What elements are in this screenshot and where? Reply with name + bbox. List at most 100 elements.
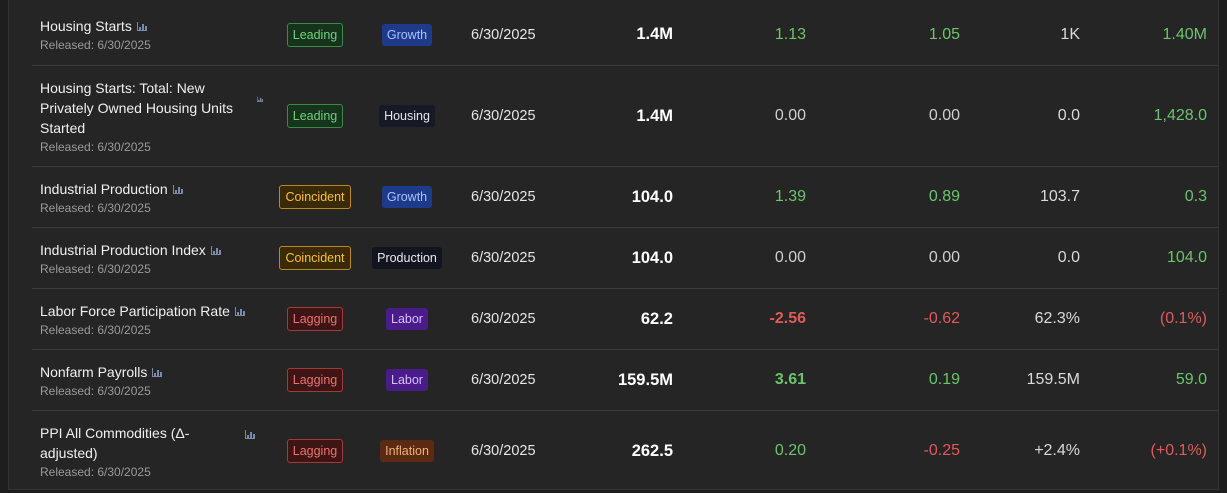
indicator-type-cell: Leading [270, 4, 360, 65]
bar-chart-icon[interactable] [234, 306, 245, 316]
previous-value: 0.0 [1057, 249, 1080, 266]
change-metric: 0.19 [928, 371, 960, 388]
release-date-label: Released: 6/30/2025 [40, 383, 151, 398]
indicator-name-cell: Industrial Production Index Released: 6/3… [40, 228, 270, 288]
indicator-title-line: PPI All Commodities (Δ-adjusted) [40, 423, 255, 463]
app-frame: Housing Starts Released: 6/30/2025 Leading… [0, 0, 1227, 493]
bar-chart-icon[interactable] [210, 245, 221, 255]
indicator-type-cell: Coincident [270, 167, 360, 227]
category-tag: Housing [379, 105, 435, 127]
current-value: 104.0 [631, 187, 673, 206]
current-value: 62.2 [640, 309, 673, 328]
indicator-type-badge: Leading [286, 104, 344, 128]
current-value: 104.0 [631, 248, 673, 267]
table-row[interactable]: PPI All Commodities (Δ-adjusted) Released… [32, 410, 1218, 491]
indicator-name-cell: Housing Starts: Total: New Privately Own… [40, 66, 270, 166]
current-value: 1.4M [636, 106, 673, 125]
previous-value: 159.5M [1026, 371, 1080, 388]
previous-value: 0.0 [1057, 107, 1080, 124]
indicators-table: Housing Starts Released: 6/30/2025 Leading… [32, 4, 1218, 491]
current-value: 159.5M [617, 370, 673, 389]
release-date-label: Released: 6/30/2025 [40, 200, 151, 215]
bar-chart-icon[interactable] [245, 429, 255, 439]
indicator-type-badge: Leading [286, 22, 344, 47]
indicator-name[interactable]: Housing Starts [40, 16, 132, 36]
indicator-name[interactable]: Housing Starts: Total: New Privately Own… [40, 78, 250, 138]
change-score: 1.13 [774, 25, 806, 43]
table-row[interactable]: Housing Starts Released: 6/30/2025 Leading… [32, 4, 1218, 65]
indicator-name-cell: PPI All Commodities (Δ-adjusted) Released… [40, 411, 270, 491]
indicator-type-badge: Coincident [279, 246, 351, 270]
indicator-name-cell: Industrial Production Released: 6/30/2025 [40, 167, 270, 227]
change-metric: 0.00 [928, 107, 960, 124]
net-change: 59.0 [1175, 371, 1207, 388]
release-date-label: Released: 6/30/2025 [40, 38, 151, 52]
category-tag: Growth [381, 23, 433, 46]
indicator-type-cell: Leading [270, 66, 360, 166]
indicator-name-cell: Housing Starts Released: 6/30/2025 [40, 4, 270, 65]
change-score: 0.00 [774, 107, 806, 124]
bar-chart-icon[interactable] [172, 184, 183, 194]
previous-value: +2.4% [1034, 442, 1080, 459]
table-row[interactable]: Industrial Production Index Released: 6/3… [32, 227, 1218, 288]
release-date-label: Released: 6/30/2025 [40, 261, 151, 276]
table-row[interactable]: Industrial Production Released: 6/30/2025… [32, 166, 1218, 227]
category-cell: Growth [368, 4, 446, 65]
bar-chart-icon[interactable] [152, 367, 163, 377]
table-row[interactable]: Labor Force Participation Rate Released: … [32, 288, 1218, 349]
indicator-name-cell: Labor Force Participation Rate Released: … [40, 289, 270, 349]
bar-chart-icon[interactable] [257, 96, 263, 102]
table-row[interactable]: Housing Starts: Total: New Privately Own… [32, 65, 1218, 166]
indicator-title-line: Industrial Production [40, 179, 183, 199]
change-score: 1.39 [774, 188, 806, 205]
change-score: -2.56 [769, 310, 806, 327]
indicator-name[interactable]: PPI All Commodities (Δ-adjusted) [40, 423, 240, 463]
indicator-title-line: Housing Starts: Total: New Privately Own… [40, 78, 265, 138]
category-cell: Production [368, 228, 446, 288]
indicator-title-line: Nonfarm Payrolls [40, 362, 163, 382]
net-change: (+0.1%) [1150, 442, 1207, 459]
category-cell: Housing [368, 66, 446, 166]
bar-chart-icon[interactable] [136, 21, 147, 31]
net-change: 1.40M [1162, 25, 1207, 43]
change-score: 0.20 [774, 442, 806, 459]
previous-value: 62.3% [1034, 310, 1080, 327]
indicator-name-cell: Nonfarm Payrolls Released: 6/30/2025 [40, 350, 270, 410]
previous-value: 1K [1060, 25, 1080, 43]
net-change: 1,428.0 [1153, 107, 1207, 124]
indicators-panel: Housing Starts Released: 6/30/2025 Leading… [8, 0, 1219, 490]
indicator-type-cell: Lagging [270, 411, 360, 491]
net-change: 0.3 [1184, 188, 1207, 205]
change-metric: -0.62 [923, 310, 960, 327]
indicator-type-badge: Lagging [286, 307, 344, 331]
indicator-name[interactable]: Industrial Production [40, 179, 168, 199]
indicator-name[interactable]: Labor Force Participation Rate [40, 301, 230, 321]
category-cell: Growth [368, 167, 446, 227]
release-date-label: Released: 6/30/2025 [40, 322, 151, 337]
indicator-name[interactable]: Industrial Production Index [40, 240, 206, 260]
net-change: 104.0 [1166, 249, 1207, 266]
indicator-type-badge: Lagging [286, 368, 344, 392]
indicator-type-cell: Coincident [270, 228, 360, 288]
indicator-title-line: Housing Starts [40, 16, 147, 36]
indicator-title-line: Labor Force Participation Rate [40, 301, 245, 321]
current-value: 262.5 [631, 441, 673, 460]
change-metric: 0.00 [928, 249, 960, 266]
category-tag: Labor [386, 308, 428, 330]
indicator-type-badge: Lagging [286, 439, 344, 463]
indicator-name[interactable]: Nonfarm Payrolls [40, 362, 147, 382]
indicator-title-line: Industrial Production Index [40, 240, 221, 260]
indicator-type-cell: Lagging [270, 289, 360, 349]
category-cell: Inflation [368, 411, 446, 491]
previous-value: 103.7 [1039, 188, 1080, 205]
net-change: (0.1%) [1159, 310, 1207, 327]
category-cell: Labor [368, 350, 446, 410]
category-tag: Growth [381, 186, 433, 208]
change-score: 3.61 [774, 371, 806, 388]
indicator-type-cell: Lagging [270, 350, 360, 410]
change-metric: 1.05 [928, 25, 960, 43]
current-value: 1.4M [636, 25, 673, 43]
change-metric: 0.89 [928, 188, 960, 205]
indicator-type-badge: Coincident [279, 185, 351, 209]
table-row[interactable]: Nonfarm Payrolls Released: 6/30/2025 Laggi… [32, 349, 1218, 410]
